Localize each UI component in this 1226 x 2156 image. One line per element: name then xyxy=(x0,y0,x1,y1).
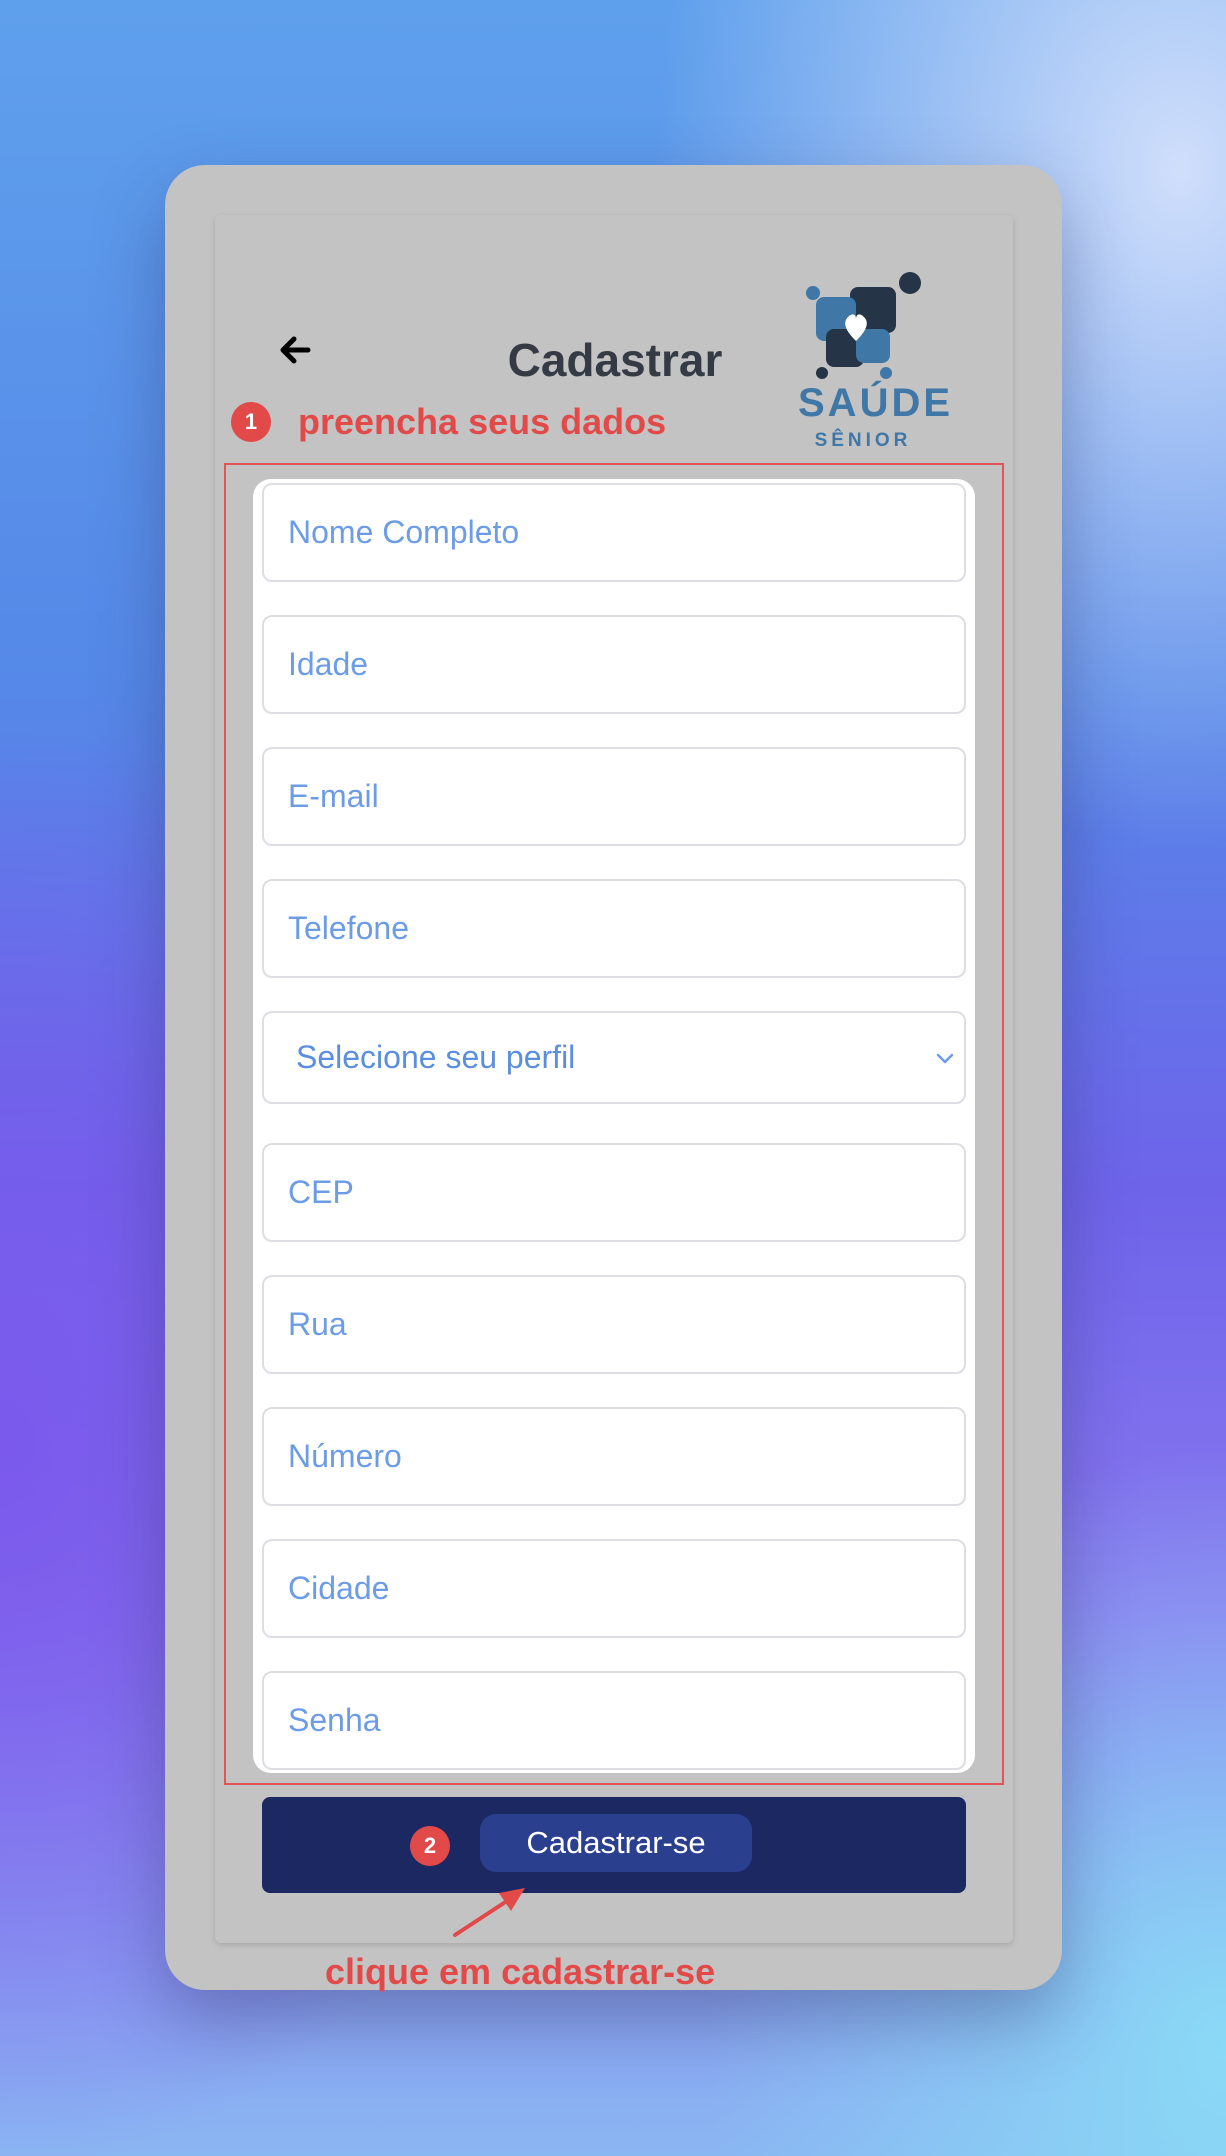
step-2-instruction: clique em cadastrar-se xyxy=(325,1951,716,1992)
phone-frame: Cadastrar SAÚDE SÊNIOR 1 preencha seus d… xyxy=(165,165,1062,1992)
saude-senior-logo: SAÚDE SÊNIOR xyxy=(798,271,954,456)
logo-emblem-icon xyxy=(806,272,921,379)
number-field[interactable] xyxy=(262,1407,966,1506)
city-field[interactable] xyxy=(262,1539,966,1638)
page-title: Cadastrar xyxy=(507,334,723,386)
logo-subtitle: SÊNIOR xyxy=(814,430,912,451)
phone-field[interactable] xyxy=(262,879,966,978)
registration-form: Selecione seu perfil xyxy=(253,479,975,1773)
logo-wordmark: SAÚDE xyxy=(798,381,954,425)
profile-select[interactable]: Selecione seu perfil xyxy=(262,1011,966,1104)
profile-select-label: Selecione seu perfil xyxy=(296,1039,576,1075)
age-field[interactable] xyxy=(262,615,966,714)
email-field[interactable] xyxy=(262,747,966,846)
cep-field[interactable] xyxy=(262,1143,966,1242)
annotation-arrow-icon xyxy=(453,1888,525,1937)
step-1-instruction: preencha seus dados xyxy=(298,401,667,442)
full-name-field[interactable] xyxy=(262,483,966,582)
submit-bar: 2 Cadastrar-se xyxy=(262,1797,966,1893)
step-1-badge: 1 xyxy=(231,402,271,442)
arrow-left-icon[interactable] xyxy=(275,330,315,370)
app-screen: Cadastrar SAÚDE SÊNIOR 1 preencha seus d… xyxy=(215,215,1013,1992)
step-2-badge: 2 xyxy=(410,1826,450,1866)
chevron-down-icon xyxy=(936,1053,954,1064)
password-field[interactable] xyxy=(262,1671,966,1770)
street-field[interactable] xyxy=(262,1275,966,1374)
